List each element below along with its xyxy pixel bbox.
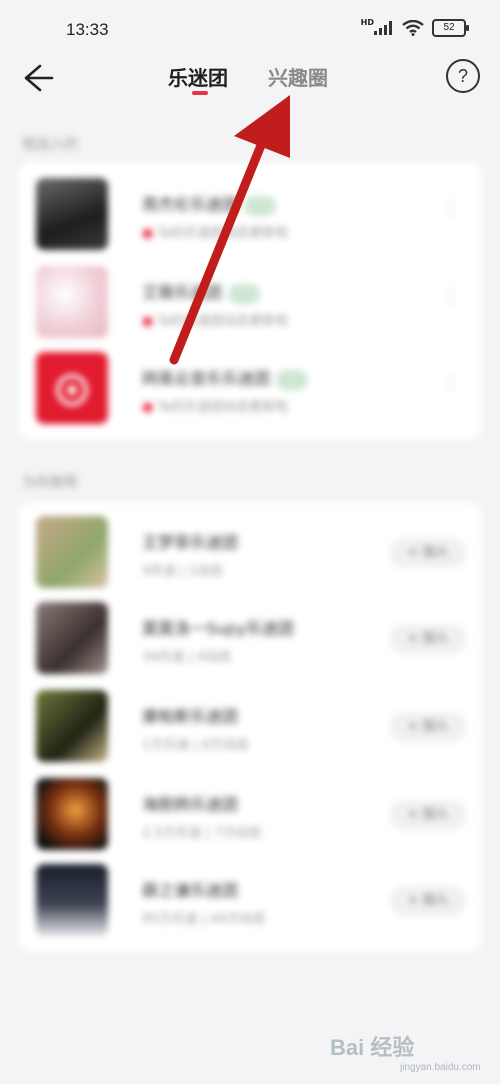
status-icons: HD 52: [360, 17, 469, 37]
list-item[interactable]: 莫莫洛一Supy乐迷团 34乐迷 | 4动态 + 加入: [36, 602, 466, 682]
group-name: 薛之谦乐迷团: [142, 881, 239, 900]
list-item[interactable]: 海胆鸦乐迷团 2.5万乐迷 | 7万动态 + 加入: [36, 778, 466, 858]
status-bar: 13:33 HD 52: [0, 0, 500, 58]
help-button[interactable]: ?: [446, 59, 480, 93]
status-badge: [244, 195, 277, 216]
group-name: 康帕斯乐迷团: [142, 707, 239, 726]
watermark-logo: Bai 经验: [330, 1035, 415, 1060]
avatar: [36, 266, 108, 338]
network-badge: HD: [360, 17, 374, 27]
netease-logo-icon: [56, 374, 88, 406]
unread-dot: ●: [142, 400, 154, 415]
group-subtitle: Ta的乐迷团动态更新啦: [157, 226, 289, 241]
avatar: [36, 352, 108, 424]
group-name: 网易云音乐乐迷团: [142, 369, 271, 388]
join-button[interactable]: + 加入: [390, 800, 466, 830]
status-badge: [228, 283, 261, 304]
group-name: 艾薇乐迷团: [142, 283, 223, 302]
avatar: [36, 690, 108, 762]
avatar: [36, 516, 108, 588]
join-button[interactable]: + 加入: [390, 886, 466, 916]
recommended-section-title: 为你推荐: [22, 475, 78, 491]
avatar: [36, 778, 108, 850]
watermark-url: jingyan.baidu.com: [400, 1062, 481, 1073]
group-stats: 34乐迷 | 4动态: [142, 650, 232, 665]
status-badge: [276, 369, 309, 390]
group-name: 莫莫洛一Supy乐迷团: [142, 619, 294, 638]
status-time: 13:33: [66, 20, 109, 39]
tab-interest-circle[interactable]: 兴趣圈: [268, 62, 328, 91]
signal-icon: [374, 21, 392, 35]
avatar: [36, 178, 108, 250]
group-name: 周杰伦乐迷团: [142, 195, 239, 214]
recommended-card: 王梦菲乐迷团 4乐迷 | 1动态 + 加入 莫莫洛一Supy乐迷团 34乐迷 |…: [18, 502, 482, 952]
group-stats: 2.5万乐迷 | 7万动态: [142, 826, 262, 841]
wifi-icon: [402, 20, 424, 36]
group-name: 王梦菲乐迷团: [142, 533, 239, 552]
joined-section-title: 我加入的: [22, 137, 78, 153]
unread-dot: ●: [142, 314, 154, 329]
list-item[interactable]: 周杰伦乐迷团 ● Ta的乐迷团动态更新啦 ⋮: [36, 178, 466, 258]
group-name: 海胆鸦乐迷团: [142, 795, 239, 814]
group-subtitle: Ta的乐迷团动态更新啦: [157, 314, 289, 329]
unread-dot: ●: [142, 226, 154, 241]
avatar: [36, 602, 108, 674]
joined-card: 周杰伦乐迷团 ● Ta的乐迷团动态更新啦 ⋮ 艾薇乐迷团 ● Ta的乐迷团动态更新啦…: [18, 162, 482, 440]
list-item[interactable]: 王梦菲乐迷团 4乐迷 | 1动态 + 加入: [36, 516, 466, 596]
more-icon[interactable]: ⋮: [442, 286, 460, 307]
list-item[interactable]: 薛之谦乐迷团 95万乐迷 | 44万动态 + 加入: [36, 864, 466, 944]
active-tab-indicator: [192, 91, 208, 95]
avatar: [36, 864, 108, 936]
group-stats: 95万乐迷 | 44万动态: [142, 912, 266, 927]
join-button[interactable]: + 加入: [390, 712, 466, 742]
more-icon[interactable]: ⋮: [442, 372, 460, 393]
back-arrow-icon[interactable]: [20, 60, 56, 96]
group-stats: 4乐迷 | 1动态: [142, 564, 224, 579]
list-item[interactable]: 康帕斯乐迷团 1万乐迷 | 6万动态 + 加入: [36, 690, 466, 770]
top-nav: 乐迷团 兴趣圈 ?: [0, 58, 500, 108]
join-button[interactable]: + 加入: [390, 624, 466, 654]
tab-fan-group[interactable]: 乐迷团: [168, 62, 228, 91]
list-item[interactable]: 网易云音乐乐迷团 ● Ta的乐迷团动态更新啦 ⋮: [36, 352, 466, 432]
list-item[interactable]: 艾薇乐迷团 ● Ta的乐迷团动态更新啦 ⋮: [36, 266, 466, 346]
join-button[interactable]: + 加入: [390, 538, 466, 568]
battery-icon: 52: [432, 19, 469, 37]
group-subtitle: Ta的乐迷团动态更新啦: [157, 400, 289, 415]
more-icon[interactable]: ⋮: [442, 198, 460, 219]
group-stats: 1万乐迷 | 6万动态: [142, 738, 250, 753]
